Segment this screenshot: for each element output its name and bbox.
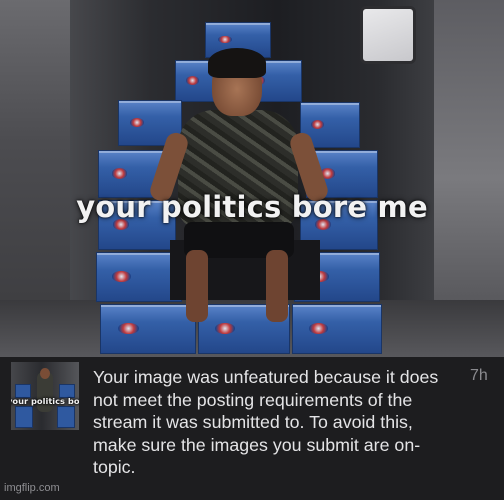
kid-head: [40, 368, 50, 379]
notification-thumbnail[interactable]: your politics bore me: [11, 362, 79, 430]
notification-time: 7h: [470, 367, 488, 384]
notification-message: Your image was unfeatured because it doe…: [93, 367, 439, 477]
imgflip-watermark: imgflip.com: [4, 482, 60, 494]
soda-box: [100, 304, 196, 354]
kid-left-leg: [186, 250, 208, 322]
kid-hair: [208, 48, 266, 78]
meme-caption: your politics bore me: [76, 190, 428, 224]
background-window: [360, 6, 416, 64]
unfeatured-notification[interactable]: your politics bore me Your image was unf…: [0, 357, 504, 500]
soda-box: [57, 406, 75, 428]
soda-box: [15, 406, 33, 428]
soda-box: [292, 304, 382, 354]
kid-right-leg: [266, 250, 288, 322]
meme-image: your politics bore me: [0, 0, 504, 357]
thumbnail-caption: your politics bore me: [11, 396, 79, 406]
